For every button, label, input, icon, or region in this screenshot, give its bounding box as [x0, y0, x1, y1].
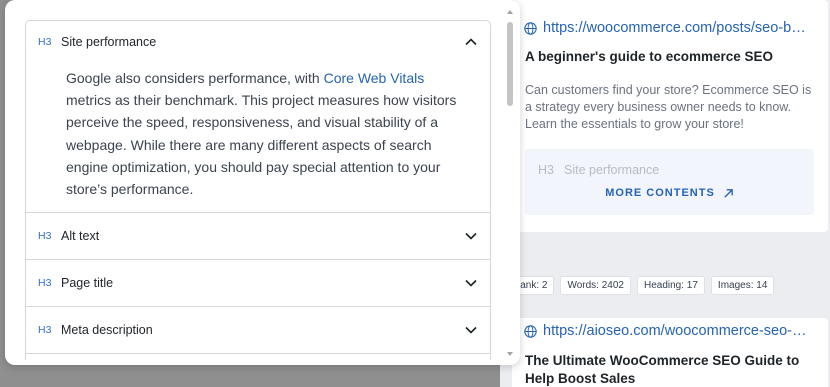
accordion-header-page-title[interactable]: H3 Page title — [26, 260, 490, 307]
search-results-panel: https://woocommerce.com/posts/seo-basics… — [500, 0, 830, 387]
scroll-down-arrow-icon[interactable] — [506, 350, 514, 358]
body-text-start: Google also considers performance, with — [66, 70, 324, 86]
images-badge: Images: 14 — [710, 276, 775, 295]
contents-preview: H3 Site performance MORE CONTENTS — [525, 149, 814, 215]
accordion-header-alt-text[interactable]: H3 Alt text — [26, 213, 490, 260]
result-card: https://aioseo.com/woocommerce-seo-guide… — [512, 318, 828, 387]
accordion-title: Site performance — [61, 35, 157, 49]
chevron-down-icon[interactable] — [464, 229, 478, 243]
scroll-up-arrow-icon[interactable] — [506, 8, 514, 16]
accordion-title: Alt text — [61, 229, 100, 243]
heading-tag: H3 — [38, 277, 52, 289]
result-stats: Rank: 2 Words: 2402 Heading: 17 Images: … — [507, 276, 775, 295]
contents-accordion: H3 Site performance Google also consider… — [25, 20, 491, 360]
accordion-title: Meta description — [61, 323, 153, 337]
body-text-end: metrics as their benchmark. This project… — [66, 92, 457, 198]
accordion-header-meta-description[interactable]: H3 Meta description — [26, 307, 490, 354]
heading-tag: H3 — [38, 324, 52, 336]
core-web-vitals-link[interactable]: Core Web Vitals — [324, 70, 425, 86]
contents-preview-label: Site performance — [563, 163, 660, 177]
chevron-down-icon[interactable] — [464, 276, 478, 290]
modal-scrollbar[interactable] — [505, 8, 515, 358]
result-title[interactable]: The Ultimate WooCommerce SEO Guide to He… — [512, 339, 828, 387]
accordion-header-site-performance[interactable]: H3 Site performance — [26, 21, 490, 63]
words-badge: Words: 2402 — [560, 276, 631, 295]
contents-preview-item: H3 Site performance — [538, 163, 659, 177]
globe-icon — [524, 324, 537, 338]
scrollbar-thumb[interactable] — [507, 22, 513, 106]
globe-icon — [524, 21, 537, 35]
more-contents-label: MORE CONTENTS — [605, 187, 715, 199]
result-card: https://woocommerce.com/posts/seo-basics… — [512, 0, 828, 232]
heading-tag: H3 — [38, 36, 52, 48]
accordion-body-site-performance: Google also considers performance, with … — [26, 63, 490, 213]
result-url[interactable]: https://aioseo.com/woocommerce-seo-guide… — [543, 323, 811, 339]
more-contents-button[interactable]: MORE CONTENTS — [525, 187, 814, 199]
heading-tag: H3 — [38, 230, 52, 242]
chevron-down-icon[interactable] — [464, 323, 478, 337]
chevron-up-icon[interactable] — [464, 35, 478, 49]
result-url-row[interactable]: https://aioseo.com/woocommerce-seo-guide… — [512, 318, 828, 339]
result-url-row[interactable]: https://woocommerce.com/posts/seo-basics… — [512, 0, 828, 36]
heading-badge: Heading: 17 — [636, 276, 705, 295]
result-description: Can customers find your store? Ecommerce… — [525, 83, 812, 131]
heading-tag: H3 — [538, 163, 554, 177]
arrow-up-right-icon — [724, 188, 733, 198]
result-title[interactable]: A beginner's guide to ecommerce SEO — [512, 36, 828, 66]
result-url[interactable]: https://woocommerce.com/posts/seo-basics… — [543, 20, 811, 36]
contents-modal: H3 Site performance Google also consider… — [5, 0, 520, 365]
accordion-title: Page title — [61, 276, 114, 290]
